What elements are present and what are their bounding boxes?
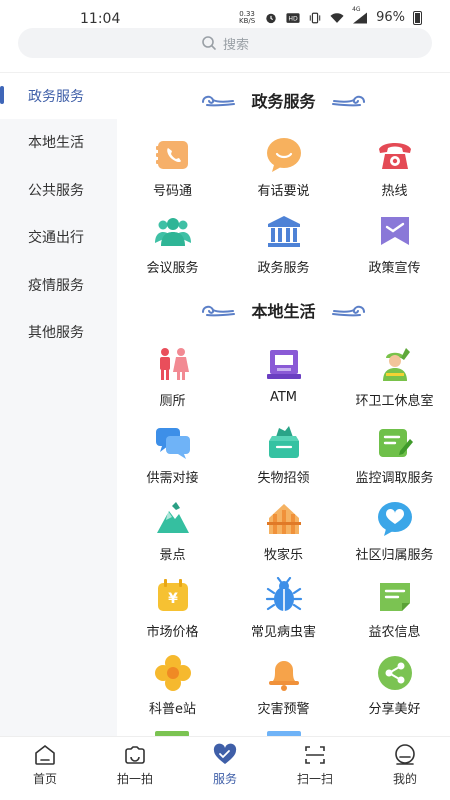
hd-icon: HD: [286, 12, 300, 23]
cellular-signal: 4G: [352, 6, 368, 24]
sidebar-item-public-service[interactable]: 公共服务: [0, 167, 117, 213]
scenic-spot-icon: [156, 502, 189, 533]
restroom-icon: [159, 348, 189, 380]
alarm-icon: [266, 13, 276, 23]
service-item[interactable]: 景点: [117, 500, 228, 570]
tab-photo[interactable]: 拍一拍: [90, 737, 180, 800]
telephone-icon: [378, 143, 411, 169]
sidebar-item-local-life[interactable]: 本地生活: [0, 119, 117, 165]
service-item[interactable]: 会议服务: [117, 213, 228, 283]
service-item[interactable]: 厕所: [117, 346, 228, 416]
service-item[interactable]: 热线: [339, 136, 450, 206]
svg-text:¥: ¥: [168, 591, 178, 607]
service-item[interactable]: 分享美好: [339, 654, 450, 724]
farm-icon: [266, 504, 301, 534]
vibrate-icon: [309, 12, 321, 23]
share-icon: [377, 656, 412, 690]
battery-percent: 96%: [376, 10, 405, 25]
search-placeholder: 搜索: [222, 37, 249, 53]
service-item[interactable]: 灾害预警: [228, 654, 339, 724]
cloud-ornament-icon: [202, 305, 236, 317]
net-speed: 0.33 KB/S: [238, 9, 256, 25]
note-icon: [379, 583, 410, 611]
home-icon: [35, 744, 55, 765]
camera-icon: [125, 746, 145, 764]
lost-found-box-icon: [268, 426, 299, 458]
section-title-government: 政务服务: [117, 85, 450, 115]
service-item[interactable]: 监控调取服务: [339, 423, 450, 493]
tab-service[interactable]: 服务: [180, 737, 270, 800]
status-icons: 0.33 KB/S HD 4G 96%: [238, 6, 422, 25]
svg-text:HD: HD: [288, 15, 298, 22]
category-sidebar: 政务服务 本地生活 公共服务 交通出行 疫情服务 其他服务: [0, 73, 117, 736]
message-bubbles-icon: [155, 428, 190, 459]
service-item[interactable]: 益农信息: [339, 577, 450, 647]
service-item[interactable]: ¥ 市场价格: [117, 577, 228, 647]
service-item[interactable]: 有话要说: [228, 136, 339, 206]
government-building-icon: [267, 216, 300, 247]
sidebar-item-other[interactable]: 其他服务: [0, 309, 117, 355]
heart-service-icon: [213, 743, 237, 764]
atm-icon: [266, 350, 301, 379]
service-item[interactable]: 政务服务: [228, 213, 339, 283]
service-item[interactable]: 牧家乐: [228, 500, 339, 570]
sidebar-item-transport[interactable]: 交通出行: [0, 214, 117, 260]
bookmark-flag-icon: [380, 217, 409, 245]
flower-icon: [154, 655, 191, 691]
service-item[interactable]: 常见病虫害: [228, 577, 339, 647]
section-title-local-life: 本地生活: [117, 295, 450, 325]
yuan-price-icon: ¥: [157, 579, 188, 611]
bug-icon: [265, 577, 302, 611]
bell-icon: [268, 661, 299, 691]
sanitation-worker-icon: [382, 348, 410, 381]
heart-chat-icon: [377, 502, 412, 536]
profile-icon: [395, 744, 415, 765]
service-item[interactable]: 失物招领: [228, 423, 339, 493]
service-item[interactable]: 社区归属服务: [339, 500, 450, 570]
tab-profile[interactable]: 我的: [360, 737, 450, 800]
cloud-ornament-icon: [331, 95, 365, 107]
sidebar-item-government[interactable]: 政务服务: [0, 73, 117, 119]
bottom-tab-bar: 首页 拍一拍 服务 扫一扫 我的: [0, 736, 450, 800]
cloud-ornament-icon: [202, 95, 236, 107]
people-icon: [154, 218, 191, 246]
service-item[interactable]: 供需对接: [117, 423, 228, 493]
phone-card-icon: [155, 141, 188, 169]
service-content: 政务服务 号码通 有话要说 热线 会议服务 政务服务 政策宣传 本地生活 厕所 …: [117, 73, 450, 736]
wifi-icon: [330, 12, 344, 23]
edit-document-icon: [378, 429, 413, 457]
service-item[interactable]: 科普e站: [117, 654, 228, 724]
chat-bubble-icon: [266, 138, 301, 172]
search-bar[interactable]: 搜索: [18, 28, 432, 58]
signal-icon: [353, 12, 368, 23]
tab-home[interactable]: 首页: [0, 737, 90, 800]
service-item[interactable]: ATM: [228, 346, 339, 416]
cloud-ornament-icon: [331, 305, 365, 317]
scan-icon: [305, 746, 325, 764]
sidebar-item-epidemic[interactable]: 疫情服务: [0, 262, 117, 308]
service-item[interactable]: 政策宣传: [339, 213, 450, 283]
tab-scan[interactable]: 扫一扫: [270, 737, 360, 800]
battery-icon: [413, 10, 422, 25]
service-item[interactable]: 环卫工休息室: [339, 346, 450, 416]
search-icon: [202, 36, 216, 50]
status-time: 11:04: [80, 11, 121, 27]
service-item[interactable]: 号码通: [117, 136, 228, 206]
